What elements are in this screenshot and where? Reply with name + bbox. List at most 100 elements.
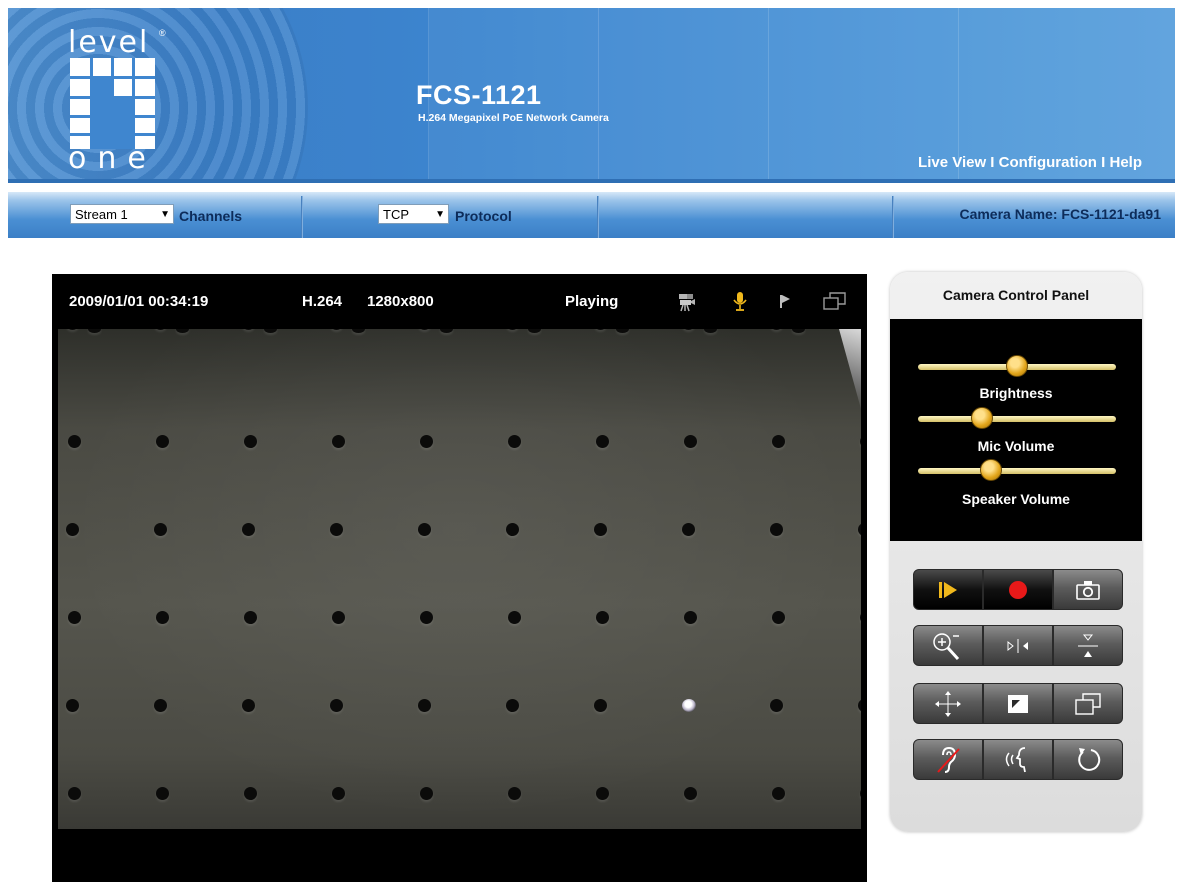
control-row-audio (913, 739, 1123, 780)
live-video-feed[interactable] (58, 329, 861, 829)
levelone-logo: level ® one (66, 28, 176, 178)
pegboard-hole (330, 523, 343, 536)
nav-live-view-link[interactable]: Live View (918, 154, 986, 171)
control-panel-title: Camera Control Panel (942, 287, 1090, 303)
snapshot-button[interactable] (1053, 569, 1123, 610)
pegboard-hole (684, 611, 697, 624)
product-subtitle: H.264 Megapixel PoE Network Camera (418, 112, 609, 124)
pegboard-hole (154, 699, 167, 712)
microphone-icon[interactable] (729, 290, 751, 312)
pegboard-hole (770, 329, 783, 330)
listen-button[interactable] (913, 739, 983, 780)
pegboard-hole (772, 787, 785, 800)
pegboard-hole (594, 699, 607, 712)
pegboard-hole (508, 787, 521, 800)
brightness-slider[interactable] (918, 355, 1116, 377)
banner-tile (598, 8, 769, 183)
pegboard-hole (330, 329, 343, 330)
nav-configuration-link[interactable]: Configuration (999, 154, 1097, 171)
chevron-down-icon: ▼ (160, 209, 170, 220)
pegboard-hole (332, 435, 345, 448)
pegboard-hole (420, 611, 433, 624)
codec-label: H.264 (302, 293, 343, 310)
pegboard-hole (420, 435, 433, 448)
pegboard-hole (704, 329, 717, 333)
nav-separator: I (1096, 154, 1110, 171)
top-navigation: Live View I Configuration I Help (918, 154, 1142, 171)
control-row-playback (913, 569, 1123, 610)
resolution-label: 1280x800 (367, 293, 434, 310)
protocol-select[interactable]: TCP ▼ (378, 204, 449, 224)
pegboard-hole (596, 611, 609, 624)
pegboard-hole (772, 435, 785, 448)
logo-registered-mark: ® (159, 28, 166, 38)
pegboard-hole (332, 611, 345, 624)
video-corner-highlight (839, 329, 861, 409)
pegboard-hole (684, 787, 697, 800)
toolbar-divider (597, 196, 599, 238)
speaker-volume-label: Speaker Volume (962, 491, 1070, 507)
timestamp: 2009/01/01 00:34:19 (69, 293, 209, 310)
pegboard-hole (596, 435, 609, 448)
pegboard-hole (418, 523, 431, 536)
brightness-slider-knob[interactable] (1006, 355, 1028, 377)
control-row-view (913, 625, 1123, 666)
reset-button[interactable] (1053, 739, 1123, 780)
pegboard-hole (440, 329, 453, 333)
nav-help-link[interactable]: Help (1109, 154, 1142, 171)
move-button[interactable] (913, 683, 983, 724)
speaker-volume-slider[interactable] (918, 459, 1116, 481)
pegboard-hole (242, 523, 255, 536)
flip-icon (1078, 634, 1098, 657)
stream-toolbar: Stream 1 ▼ Channels TCP ▼ Protocol Camer… (8, 192, 1175, 238)
pegboard-hole (66, 699, 79, 712)
pegboard-hole (594, 329, 607, 330)
pegboard-hole (506, 699, 519, 712)
mic-volume-slider[interactable] (918, 407, 1116, 429)
pegboard-hole (156, 611, 169, 624)
mic-volume-slider-knob[interactable] (971, 407, 993, 429)
play-button[interactable] (913, 569, 983, 610)
pegboard-hole (506, 523, 519, 536)
window-button[interactable] (1053, 683, 1123, 724)
flip-button[interactable] (1053, 625, 1123, 666)
slider-group: Brightness Mic Volume Speaker Volume (890, 319, 1142, 541)
fullscreen-icon[interactable] (822, 290, 848, 312)
speaker-volume-slider-knob[interactable] (980, 459, 1002, 481)
pegboard-hole (770, 523, 783, 536)
pegboard-hole (242, 329, 255, 330)
pegboard-hole (66, 523, 79, 536)
pegboard-hole (860, 611, 861, 624)
talk-button[interactable] (983, 739, 1053, 780)
record-button[interactable] (983, 569, 1053, 610)
pegboard-hole (596, 787, 609, 800)
stream-select[interactable]: Stream 1 ▼ (70, 204, 174, 224)
logo-text-level: level (68, 25, 150, 60)
speaker-icon[interactable] (774, 290, 796, 312)
toolbar-divider (301, 196, 303, 238)
pegboard-hole (352, 329, 365, 333)
window-icon (1075, 692, 1101, 715)
pegboard-hole (594, 523, 607, 536)
pegboard-hole (154, 523, 167, 536)
listen-mute-icon (937, 746, 960, 773)
pegboard-hole (772, 611, 785, 624)
video-record-icon[interactable] (676, 290, 698, 312)
camera-control-panel: Camera Control Panel Brightness Mic Volu… (890, 272, 1142, 832)
crop-button[interactable] (983, 683, 1053, 724)
mirror-button[interactable] (983, 625, 1053, 666)
talk-icon (1005, 746, 1026, 772)
pegboard-hole (154, 329, 167, 330)
pegboard-hole (508, 435, 521, 448)
video-player: 2009/01/01 00:34:19 H.264 1280x800 Playi… (52, 274, 867, 882)
chevron-down-icon: ▼ (435, 209, 445, 220)
pegboard-hole (682, 329, 695, 330)
pegboard-hole (66, 329, 79, 330)
mirror-icon (1007, 638, 1028, 653)
pegboard-hole (242, 699, 255, 712)
zoom-button[interactable] (913, 625, 983, 666)
reset-icon (1078, 747, 1101, 771)
pegboard-hole (332, 787, 345, 800)
pegboard-hole (506, 329, 519, 330)
header-banner: level ® one FCS-1121 H.264 Megapixel PoE… (8, 8, 1175, 183)
